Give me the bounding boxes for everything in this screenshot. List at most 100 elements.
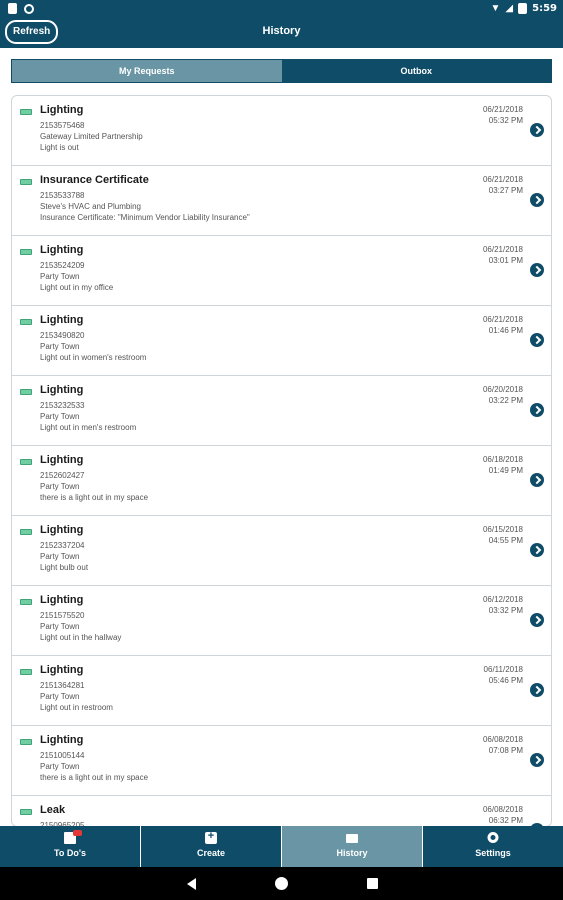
request-row[interactable]: Leak 2150965205 06/08/2018 06:32 PM	[12, 796, 551, 826]
nav-label: To Do's	[54, 848, 86, 858]
request-date: 06/21/2018	[482, 105, 523, 114]
request-date: 06/08/2018	[482, 805, 523, 814]
wifi-icon: ▼	[490, 3, 501, 14]
status-indicator-icon	[20, 459, 32, 465]
request-time: 05:46 PM	[488, 676, 523, 685]
request-description: Light out in men's restroom	[40, 423, 137, 432]
request-number: 2152337204	[40, 541, 85, 550]
request-company: Party Town	[40, 552, 80, 561]
request-time: 03:22 PM	[488, 396, 523, 405]
chevron-right-icon[interactable]	[530, 263, 544, 277]
nav-settings[interactable]: Settings	[423, 826, 563, 867]
request-company: Party Town	[40, 692, 80, 701]
request-time: 01:46 PM	[488, 326, 523, 335]
nav-history[interactable]: History	[282, 826, 423, 867]
status-indicator-icon	[20, 529, 32, 535]
request-number: 2153490820	[40, 331, 85, 340]
chevron-right-icon[interactable]	[530, 683, 544, 697]
request-row[interactable]: Lighting 2153575468 Gateway Limited Part…	[12, 96, 551, 166]
request-row[interactable]: Lighting 2153490820 Party Town Light out…	[12, 306, 551, 376]
request-row[interactable]: Insurance Certificate 2153533788 Steve's…	[12, 166, 551, 236]
system-nav-bar	[0, 867, 563, 900]
page-title: History	[262, 25, 301, 37]
request-number: 2151364281	[40, 681, 85, 690]
request-company: Party Town	[40, 272, 80, 281]
request-tabs: My Requests Outbox	[11, 59, 552, 83]
request-title: Leak	[40, 804, 66, 816]
status-indicator-icon	[20, 319, 32, 325]
nav-label: Settings	[475, 848, 511, 858]
request-description: Light out in my office	[40, 283, 114, 292]
request-description: there is a light out in my space	[40, 493, 149, 502]
request-time: 06:32 PM	[488, 816, 523, 825]
request-title: Lighting	[40, 104, 84, 116]
request-description: Light out in the hallway	[40, 633, 122, 642]
request-title: Lighting	[40, 244, 84, 256]
signal-icon: ◢	[505, 3, 514, 14]
request-number: 2151005144	[40, 751, 85, 760]
request-date: 06/20/2018	[482, 385, 523, 394]
request-title: Lighting	[40, 524, 84, 536]
request-number: 2151575520	[40, 611, 85, 620]
request-company: Party Town	[40, 342, 80, 351]
notification-icon	[8, 3, 17, 14]
chevron-right-icon[interactable]	[530, 543, 544, 557]
nav-label: History	[336, 848, 368, 858]
request-time: 05:32 PM	[488, 116, 523, 125]
home-icon[interactable]	[275, 877, 288, 890]
chevron-right-icon[interactable]	[530, 753, 544, 767]
status-indicator-icon	[20, 599, 32, 605]
request-number: 2153533788	[40, 191, 85, 200]
nav-todos[interactable]: To Do's	[0, 826, 141, 867]
status-indicator-icon	[20, 809, 32, 815]
request-time: 04:55 PM	[488, 536, 523, 545]
request-number: 2153575468	[40, 121, 85, 130]
request-title: Lighting	[40, 664, 84, 676]
request-time: 07:08 PM	[488, 746, 523, 755]
request-row[interactable]: Lighting 2151575520 Party Town Light out…	[12, 586, 551, 656]
request-row[interactable]: Lighting 2153232533 Party Town Light out…	[12, 376, 551, 446]
request-number: 2153524209	[40, 261, 85, 270]
request-company: Party Town	[40, 762, 80, 771]
request-list[interactable]: Lighting 2153575468 Gateway Limited Part…	[11, 95, 552, 827]
request-title: Insurance Certificate	[40, 174, 149, 186]
tab-my-requests[interactable]: My Requests	[12, 60, 282, 82]
chevron-right-icon[interactable]	[530, 613, 544, 627]
request-description: Insurance Certificate: "Minimum Vendor L…	[40, 213, 250, 222]
chevron-right-icon[interactable]	[530, 333, 544, 347]
request-row[interactable]: Lighting 2152602427 Party Town there is …	[12, 446, 551, 516]
nav-create[interactable]: Create	[141, 826, 282, 867]
request-title: Lighting	[40, 384, 84, 396]
chevron-right-icon[interactable]	[530, 473, 544, 487]
status-indicator-icon	[20, 739, 32, 745]
nav-label: Create	[196, 848, 225, 858]
history-icon	[346, 834, 358, 843]
back-icon[interactable]	[187, 878, 196, 890]
chevron-right-icon[interactable]	[530, 403, 544, 417]
settings-icon	[487, 832, 499, 843]
recent-apps-icon[interactable]	[367, 878, 378, 889]
request-time: 03:27 PM	[488, 186, 523, 195]
request-row[interactable]: Lighting 2153524209 Party Town Light out…	[12, 236, 551, 306]
request-description: there is a light out in my space	[40, 773, 149, 782]
request-row[interactable]: Lighting 2151005144 Party Town there is …	[12, 726, 551, 796]
status-indicator-icon	[20, 669, 32, 675]
status-indicator-icon	[20, 389, 32, 395]
request-date: 06/21/2018	[482, 315, 523, 324]
request-title: Lighting	[40, 314, 84, 326]
request-date: 06/21/2018	[482, 175, 523, 184]
request-row[interactable]: Lighting 2151364281 Party Town Light out…	[12, 656, 551, 726]
request-company: Steve's HVAC and Plumbing	[40, 202, 141, 211]
request-description: Light out in restroom	[40, 703, 113, 712]
request-company: Gateway Limited Partnership	[40, 132, 143, 141]
chevron-right-icon[interactable]	[530, 123, 544, 137]
request-row[interactable]: Lighting 2152337204 Party Town Light bul…	[12, 516, 551, 586]
app-header: Refresh History	[0, 18, 563, 48]
create-icon	[205, 830, 217, 844]
todo-icon	[64, 830, 82, 844]
tab-outbox[interactable]: Outbox	[281, 60, 551, 82]
chevron-right-icon[interactable]	[530, 193, 544, 207]
request-company: Party Town	[40, 482, 80, 491]
request-title: Lighting	[40, 734, 84, 746]
clock: 5:59	[532, 3, 557, 14]
